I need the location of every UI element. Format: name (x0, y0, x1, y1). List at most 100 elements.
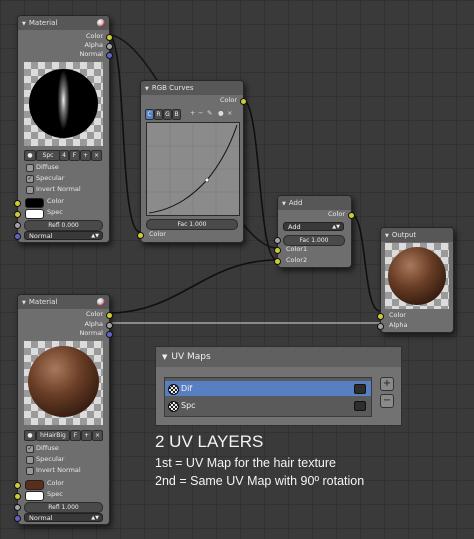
input-color-label: Color (389, 311, 406, 319)
output-color-socket[interactable] (106, 34, 113, 41)
preview-sphere-black (29, 69, 98, 138)
output-color-socket[interactable] (348, 212, 355, 219)
channel-b-tab[interactable]: B (172, 109, 181, 120)
clipping-icon[interactable]: ● (218, 109, 224, 118)
collapse-triangle-icon[interactable]: ▼ (162, 353, 167, 361)
normal-dropdown[interactable]: Normal ▲▼ (24, 513, 103, 522)
material-browse-button[interactable]: ● (24, 150, 36, 161)
fac-field[interactable]: Fac 1.000 (146, 219, 238, 230)
output-color-label: Color (328, 210, 345, 218)
material-browse-button[interactable]: ● (24, 430, 36, 441)
input-alpha-label: Alpha (389, 321, 408, 329)
zoom-in-icon[interactable]: + (190, 109, 195, 118)
uv-maps-header[interactable]: ▼ UV Maps (156, 347, 401, 367)
output-color-socket[interactable] (240, 98, 247, 105)
input-spec-socket[interactable] (14, 493, 21, 500)
material-ball-icon[interactable] (97, 298, 105, 306)
output-color-label: Color (86, 310, 103, 318)
material-ball-icon[interactable] (97, 19, 105, 27)
render-camera-icon[interactable] (354, 401, 366, 411)
material-node-header[interactable]: ▼ Material (18, 295, 109, 309)
output-normal-socket[interactable] (106, 52, 113, 59)
uv-map-item-dif[interactable]: Dif (165, 381, 371, 396)
input-color-socket[interactable] (14, 200, 21, 207)
material-name-field[interactable]: Spc (36, 150, 60, 161)
curve-control-point (204, 177, 210, 183)
uv-map-item-spc[interactable]: Spc (165, 398, 371, 413)
input-color-socket[interactable] (14, 482, 21, 489)
material-node-top[interactable]: ▼ Material Color Alpha Normal ● Spc 4 F +… (14, 15, 113, 243)
color-swatch[interactable] (25, 480, 44, 490)
input-spec-label: Spec (47, 490, 63, 498)
normal-dropdown-label: Normal (29, 232, 53, 240)
output-normal-socket[interactable] (106, 331, 113, 338)
output-alpha-socket[interactable] (106, 322, 113, 329)
node-title: RGB Curves (151, 84, 194, 92)
add-material-button[interactable]: + (80, 150, 91, 161)
tools-icon[interactable]: ✎ (207, 109, 212, 118)
curve-graph[interactable] (146, 122, 240, 216)
unlink-material-button[interactable]: × (92, 430, 103, 441)
input-normal-socket[interactable] (14, 515, 21, 522)
collapse-triangle-icon[interactable]: ▼ (22, 21, 26, 27)
zoom-out-icon[interactable]: − (198, 109, 203, 118)
output-alpha-socket[interactable] (106, 43, 113, 50)
rgb-curves-header[interactable]: ▼ RGB Curves (141, 81, 243, 95)
channel-g-tab[interactable]: G (163, 109, 172, 120)
caption-line-1: 1st = UV Map for the hair texture (155, 456, 336, 470)
add-material-button[interactable]: + (81, 430, 92, 441)
collapse-triangle-icon[interactable]: ▼ (282, 201, 286, 207)
specular-checkbox[interactable]: ✓ (26, 175, 34, 183)
material-name-field[interactable]: hHairBig (36, 430, 70, 441)
add-uv-map-button[interactable]: + (380, 377, 394, 391)
invert-normal-checkbox[interactable] (26, 186, 34, 194)
material-node-bottom[interactable]: ▼ Material Color Alpha Normal ● hHairBig … (14, 294, 113, 525)
collapse-triangle-icon[interactable]: ▼ (385, 233, 389, 239)
remove-uv-map-button[interactable]: − (380, 394, 394, 408)
refl-field[interactable]: Refl 0.000 (24, 220, 103, 231)
input-normal-socket[interactable] (14, 233, 21, 240)
spec-swatch[interactable] (25, 209, 44, 219)
input-color2-socket[interactable] (274, 258, 281, 265)
refl-field[interactable]: Refl 1.000 (24, 502, 103, 513)
input-refl-socket[interactable] (14, 222, 21, 229)
uv-maps-panel: ▼ UV Maps Dif Spc + − (155, 346, 402, 426)
output-node-header[interactable]: ▼ Output (381, 228, 453, 242)
input-color-socket[interactable] (377, 313, 384, 320)
material-node-header[interactable]: ▼ Material (18, 16, 109, 30)
diffuse-checkbox[interactable]: ✓ (26, 445, 34, 453)
input-color1-label: Color1 (286, 245, 308, 253)
collapse-triangle-icon[interactable]: ▼ (145, 86, 149, 92)
blend-mode-dropdown[interactable]: Add ▲▼ (283, 222, 344, 231)
output-node[interactable]: ▼ Output Color Alpha (377, 227, 454, 333)
input-spec-socket[interactable] (14, 211, 21, 218)
render-camera-icon[interactable] (354, 384, 366, 394)
channel-r-tab[interactable]: R (154, 109, 163, 120)
dropdown-arrows-icon: ▲▼ (91, 515, 99, 521)
fake-user-button[interactable]: F (69, 150, 80, 161)
diffuse-checkbox[interactable] (26, 164, 34, 172)
normal-dropdown[interactable]: Normal ▲▼ (24, 231, 103, 240)
add-node-header[interactable]: ▼ Add (278, 196, 351, 210)
input-color1-socket[interactable] (274, 247, 281, 254)
specular-checkbox[interactable] (26, 456, 34, 464)
uv-map-icon (168, 384, 179, 395)
fake-user-button[interactable]: F (70, 430, 81, 441)
rgb-curves-node[interactable]: ▼ RGB Curves Color C R G B + − ✎ ● × Fac … (137, 80, 247, 243)
input-color-socket[interactable] (137, 232, 144, 239)
output-color-socket[interactable] (106, 312, 113, 319)
output-alpha-label: Alpha (84, 320, 103, 328)
unlink-material-button[interactable]: × (91, 150, 102, 161)
color-swatch[interactable] (25, 198, 44, 208)
input-alpha-socket[interactable] (377, 323, 384, 330)
input-fac-socket[interactable] (274, 237, 281, 244)
channel-c-tab[interactable]: C (145, 109, 154, 120)
delete-point-icon[interactable]: × (227, 109, 232, 118)
invert-normal-label: Invert Normal (36, 466, 81, 474)
input-refl-socket[interactable] (14, 504, 21, 511)
spec-swatch[interactable] (25, 491, 44, 501)
collapse-triangle-icon[interactable]: ▼ (22, 300, 26, 306)
add-mix-node[interactable]: ▼ Add Color Add ▲▼ Fac 1.000 Color1 Color2 (274, 195, 355, 268)
invert-normal-checkbox[interactable] (26, 467, 34, 475)
uv-maps-title: UV Maps (171, 352, 211, 362)
